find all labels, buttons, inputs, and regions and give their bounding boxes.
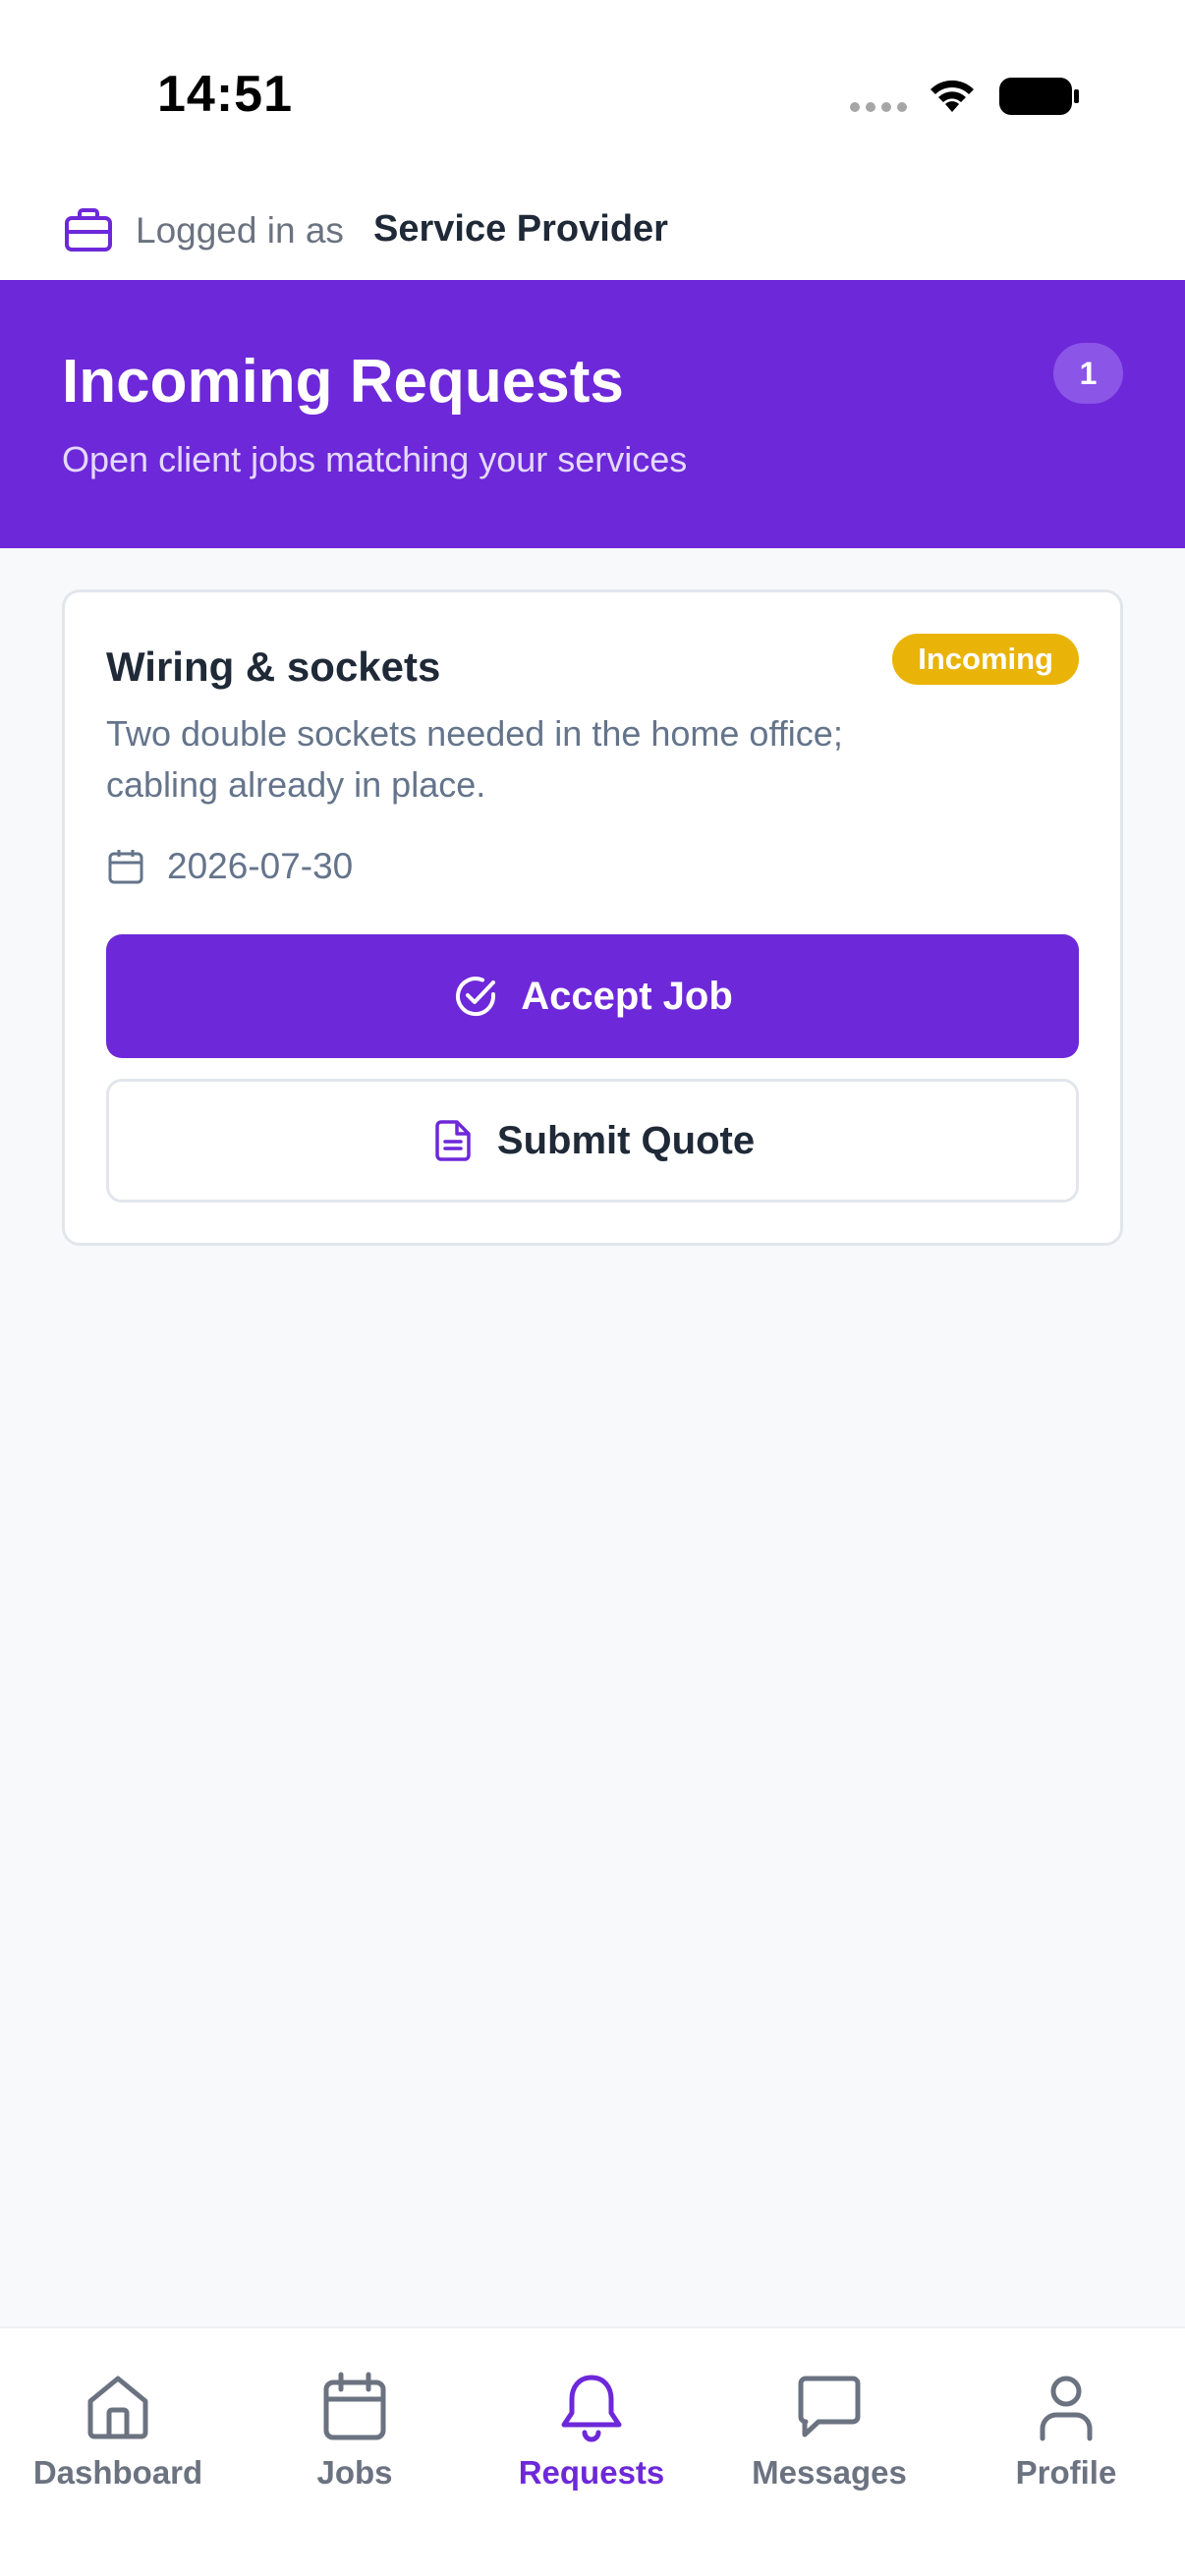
submit-quote-button[interactable]: Submit Quote [106, 1079, 1079, 1203]
briefcase-icon [65, 208, 112, 252]
nav-item-requests[interactable]: Requests [474, 2370, 709, 2492]
wifi-icon [931, 80, 974, 112]
request-date: 2026-07-30 [106, 846, 353, 887]
user-role: Service Provider [373, 208, 668, 250]
request-card: Wiring & sockets Incoming Two double soc… [62, 589, 1123, 1246]
session-bar: Logged in as Service Provider [0, 187, 1185, 280]
nav-label-dashboard: Dashboard [32, 2454, 203, 2491]
logged-in-label: Logged in as [136, 210, 344, 251]
document-icon [435, 1120, 471, 1161]
request-count-badge: 1 [1053, 343, 1123, 404]
nav-label-messages: Messages [752, 2454, 907, 2491]
home-icon [87, 2376, 148, 2439]
nav-item-messages[interactable]: Messages [711, 2370, 947, 2492]
request-title: Wiring & sockets [106, 644, 441, 690]
accept-job-button[interactable]: Accept Job [106, 934, 1079, 1058]
battery-icon [999, 78, 1079, 115]
user-icon [1040, 2376, 1093, 2441]
nav-item-profile[interactable]: Profile [948, 2370, 1184, 2492]
submit-quote-label: Submit Quote [496, 1118, 756, 1162]
signal-icon [850, 102, 907, 112]
nav-label-requests: Requests [518, 2454, 665, 2491]
screen: 14:51 Logged in as Service Provider Inco… [0, 0, 1185, 2576]
nav-item-dashboard[interactable]: Dashboard [0, 2370, 236, 2492]
page-header: Incoming Requests Open client jobs match… [0, 280, 1185, 548]
calendar-icon [323, 2372, 386, 2440]
request-date-text: 2026-07-30 [167, 846, 354, 886]
status-badge: Incoming [892, 634, 1079, 685]
page-subtitle: Open client jobs matching your services [62, 439, 688, 479]
bell-icon [561, 2375, 622, 2442]
page-title: Incoming Requests [62, 348, 624, 416]
status-bar: 14:51 [0, 0, 1185, 187]
request-description: Two double sockets needed in the home of… [106, 713, 843, 805]
accept-job-label: Accept Job [521, 974, 733, 1018]
nav-item-jobs[interactable]: Jobs [237, 2370, 473, 2492]
check-circle-icon [456, 977, 496, 1017]
bottom-nav: Dashboard Jobs Requests Messages Profile [0, 2326, 1185, 2576]
calendar-icon [108, 850, 143, 884]
nav-label-jobs: Jobs [316, 2454, 393, 2491]
nav-label-profile: Profile [1015, 2454, 1117, 2491]
status-time: 14:51 [157, 66, 293, 123]
message-icon [798, 2376, 861, 2437]
